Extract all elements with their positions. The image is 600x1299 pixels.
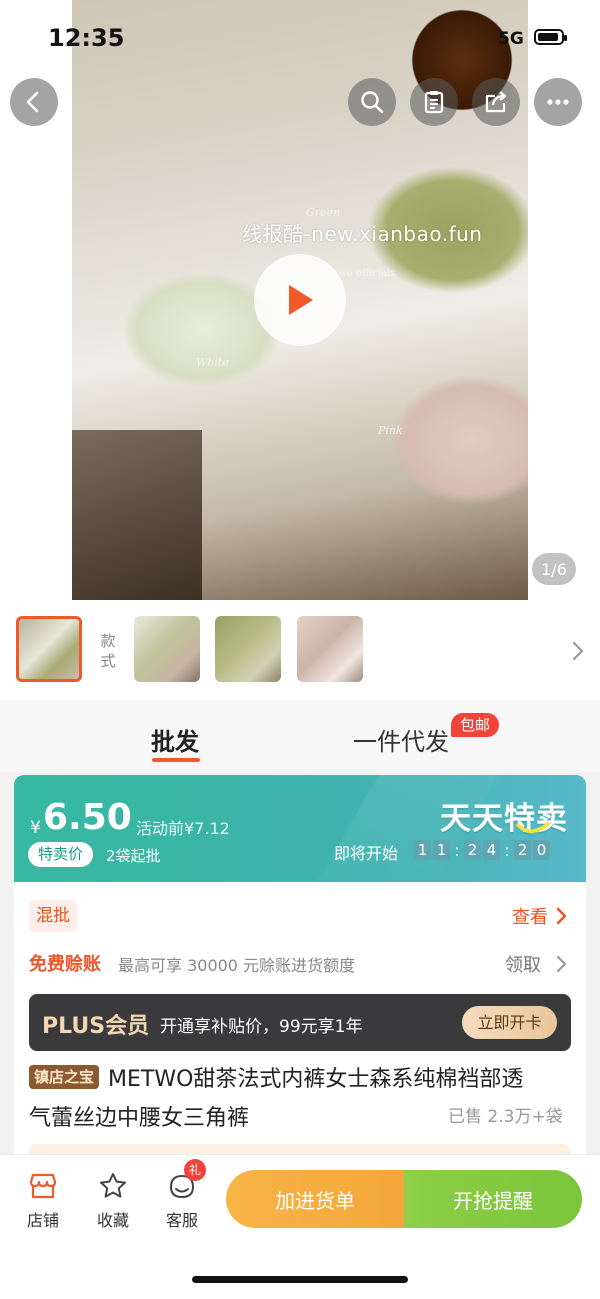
- shop-treasure-badge: 镇店之宝: [29, 1065, 100, 1089]
- mixed-batch-tag: 混批: [29, 900, 77, 932]
- cta-group: 加进货单 开抢提醒: [226, 1170, 582, 1228]
- favorite-label: 收藏: [96, 1211, 129, 1230]
- chevron-right-icon[interactable]: [556, 907, 568, 925]
- special-price-tag: 特卖价: [28, 842, 94, 867]
- free-shipping-badge: 包邮: [451, 713, 500, 737]
- star-icon: [100, 1173, 126, 1198]
- thumbnail-1[interactable]: [16, 616, 82, 682]
- more-icon: [547, 99, 569, 105]
- back-button[interactable]: [10, 78, 58, 126]
- home-indicator: [192, 1276, 408, 1283]
- thumbnail-4[interactable]: [297, 616, 363, 682]
- thumbnail-2[interactable]: [134, 616, 200, 682]
- sale-reminder-button[interactable]: 开抢提醒: [404, 1170, 582, 1228]
- play-video-button[interactable]: [254, 254, 346, 346]
- favorite-nav-button[interactable]: 收藏: [85, 1170, 141, 1231]
- claim-credit-link[interactable]: 领取: [505, 951, 541, 977]
- currency-symbol: ¥: [30, 818, 41, 838]
- smile-swoosh-icon: [516, 822, 550, 833]
- status-bar: 12:35 5G: [0, 0, 600, 76]
- search-button[interactable]: [348, 78, 396, 126]
- countdown-timer: 1 1 : 2 4 : 2 0: [414, 840, 552, 860]
- sale-status: 即将开始: [334, 844, 399, 863]
- current-price: 6.50: [43, 797, 132, 838]
- share-button[interactable]: [472, 78, 520, 126]
- chevron-right-icon[interactable]: [568, 640, 588, 662]
- product-title: METWO甜茶法式内裤女士森系纯棉裆部透: [108, 1067, 524, 1092]
- clipboard-button[interactable]: [410, 78, 458, 126]
- active-tab-indicator: [152, 758, 200, 762]
- photo-label-pink: Pink: [378, 424, 403, 437]
- countdown-digit: 2: [514, 840, 531, 860]
- battery-icon: [534, 29, 567, 45]
- play-icon: [289, 285, 313, 315]
- countdown-digit: 1: [433, 840, 450, 860]
- chevron-right-icon[interactable]: [556, 955, 568, 973]
- share-icon: [485, 91, 507, 113]
- free-credit-title: 免费赊账: [29, 954, 101, 975]
- shop-nav-button[interactable]: 店铺: [15, 1170, 71, 1231]
- store-icon: [29, 1173, 57, 1199]
- thumbnail-strip: [0, 600, 600, 700]
- plus-member-logo: PLUS会员: [42, 1014, 150, 1039]
- watermark-text: 线报酷-new.xianbao.fun: [242, 222, 483, 246]
- thumbnail-3[interactable]: [215, 616, 281, 682]
- minimum-order: 2袋起批: [106, 847, 161, 865]
- photo-label-white: White: [196, 356, 229, 369]
- style-label: 款式: [100, 632, 116, 670]
- countdown-digit: 2: [464, 840, 481, 860]
- pre-event-price: 活动前¥7.12: [136, 819, 230, 838]
- tab-dropship[interactable]: 一件代发: [353, 722, 449, 757]
- sold-count: 已售 2.3万+袋: [448, 1107, 563, 1127]
- tab-wholesale[interactable]: 批发: [151, 722, 199, 757]
- free-credit-description: 最高可享 30000 元赊账进货额度: [118, 956, 356, 975]
- service-nav-button[interactable]: 客服: [154, 1170, 210, 1231]
- gift-badge: 礼: [184, 1159, 206, 1181]
- plus-description: 开通享补贴价，99元享1年: [160, 1017, 363, 1037]
- view-link[interactable]: 查看: [512, 903, 548, 929]
- countdown-separator: :: [504, 840, 510, 860]
- status-time: 12:35: [48, 24, 125, 52]
- more-button[interactable]: [534, 78, 582, 126]
- open-card-button[interactable]: 立即开卡: [462, 1006, 557, 1039]
- search-icon: [361, 91, 384, 114]
- network-indicator: 5G: [498, 29, 524, 49]
- service-label: 客服: [165, 1211, 198, 1230]
- chevron-left-icon: [26, 91, 39, 113]
- countdown-digit: 0: [533, 840, 550, 860]
- shop-label: 店铺: [26, 1211, 59, 1230]
- countdown-digit: 1: [414, 840, 431, 860]
- image-page-counter: 1/6: [532, 553, 576, 585]
- product-title-line2: 气蕾丝边中腰女三角裤: [29, 1106, 250, 1131]
- countdown-digit: 4: [483, 840, 500, 860]
- clipboard-icon: [424, 91, 444, 114]
- countdown-separator: :: [454, 840, 460, 860]
- add-to-purchase-list-button[interactable]: 加进货单: [226, 1170, 404, 1228]
- purchase-mode-tabs: 批发 一件代发: [0, 700, 600, 772]
